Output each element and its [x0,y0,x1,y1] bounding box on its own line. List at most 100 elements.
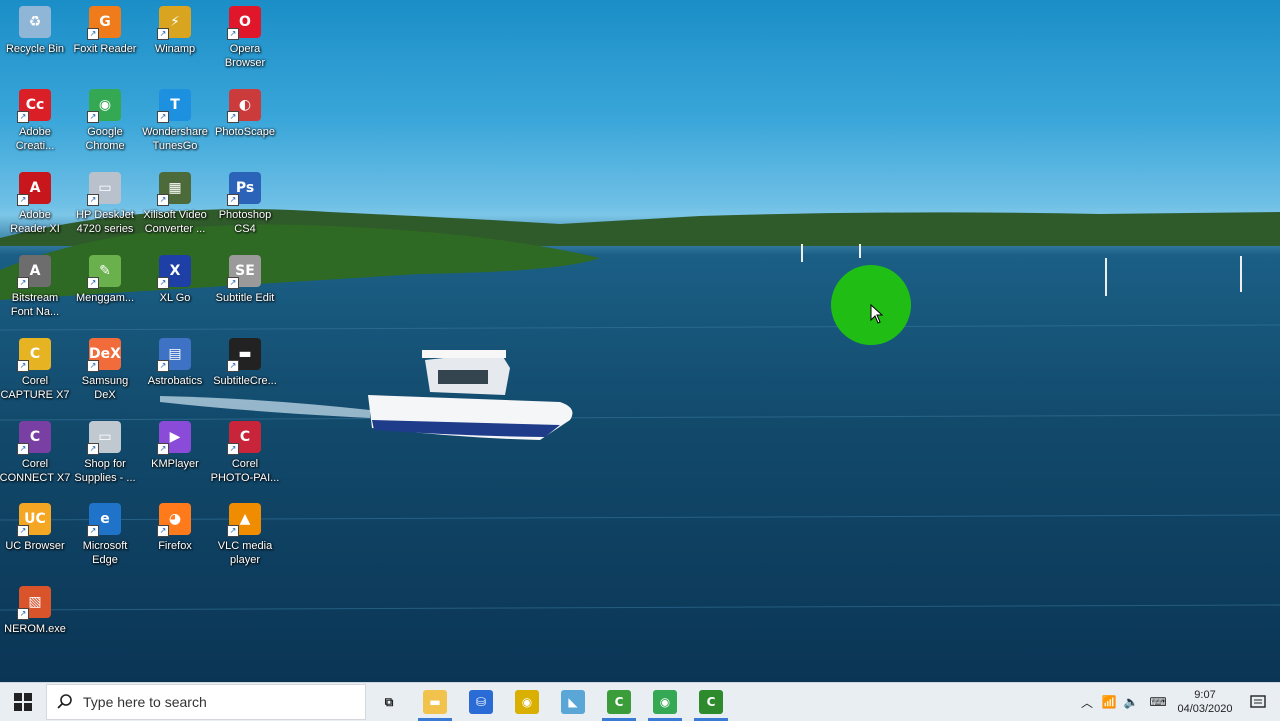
network-icon[interactable]: 📶 [1098,683,1120,721]
shortcut-arrow-icon: ↗ [227,525,239,537]
desktop-icon[interactable]: ◕ ↗ Firefox [140,497,210,577]
shortcut-arrow-icon: ↗ [227,360,239,372]
adobe-reader-icon: A ↗ [17,172,51,206]
desktop-icon-label: PhotoScape [215,126,275,138]
nerom-icon: ▧ ↗ [17,586,51,620]
pinned-apps: ⧉ ▬ ⛁ ◉ ◣ C ◉ C [366,683,734,721]
keyboard-icon[interactable]: ⌨ [1142,683,1174,721]
xl-go-icon: X ↗ [157,255,191,289]
corel-photo-paint-icon: C ↗ [227,421,261,455]
shortcut-arrow-icon: ↗ [87,28,99,40]
desktop-icon-label: Google Chrome [85,126,125,152]
taskbar-google-chrome-button[interactable]: ◉ [642,683,688,721]
desktop-icon[interactable]: DeX ↗ Samsung DeX [70,332,140,412]
desktop-icon-label: Adobe Creati... [15,126,55,152]
desktop-icon[interactable]: O ↗ Opera Browser [210,0,280,80]
desktop-icon[interactable]: ▧ ↗ NEROM.exe [0,580,70,660]
menggambar-icon: ✎ ↗ [87,255,121,289]
desktop-icon-label: NEROM.exe [4,623,66,635]
desktop-icon[interactable]: e ↗ Microsoft Edge [70,497,140,577]
desktop-icon-label: HP DeskJet 4720 series [76,209,134,235]
search-icon [57,694,72,709]
shortcut-arrow-icon: ↗ [87,194,99,206]
adobe-creative-cloud-icon: Cc ↗ [17,89,51,123]
desktop-icon-label: SubtitleCre... [213,375,277,387]
desktop-icon[interactable]: ▭ ↗ Shop for Supplies - ... [70,415,140,495]
foxit-reader-icon: G ↗ [87,6,121,40]
desktop-icon[interactable]: ▭ ↗ HP DeskJet 4720 series [70,166,140,246]
desktop-icon[interactable]: ▶ ↗ KMPlayer [140,415,210,495]
start-button[interactable] [0,683,46,721]
desktop-icon-label: Corel CONNECT X7 [0,458,71,484]
taskbar-search-box[interactable]: Type here to search [46,684,366,720]
desktop-icon[interactable]: ⚡ ↗ Winamp [140,0,210,80]
camtasia-icon: C [607,690,631,714]
desktop-icon-label: Subtitle Edit [215,292,275,304]
shortcut-arrow-icon: ↗ [17,525,29,537]
desktop-icon[interactable]: X ↗ XL Go [140,249,210,329]
task-view-icon: ⧉ [384,694,394,709]
taskbar-file-explorer-button[interactable]: ▬ [412,683,458,721]
desktop-icon[interactable]: ▬ ↗ SubtitleCre... [210,332,280,412]
desktop-icon[interactable]: G ↗ Foxit Reader [70,0,140,80]
desktop-icon[interactable]: Ps ↗ Photoshop CS4 [210,166,280,246]
desktop-icon[interactable]: ▲ ↗ VLC media player [210,497,280,577]
vlc-icon: ▲ ↗ [227,503,261,537]
volume-icon[interactable]: 🔈 [1120,683,1142,721]
shortcut-arrow-icon: ↗ [87,277,99,289]
shortcut-arrow-icon: ↗ [87,360,99,372]
shortcut-arrow-icon: ↗ [87,443,99,455]
shortcut-arrow-icon: ↗ [157,111,169,123]
desktop-icon-label: Shop for Supplies - ... [74,458,136,484]
taskbar-app-window-button[interactable]: ◣ [550,683,596,721]
desktop-icon-label: Adobe Reader XI [10,209,60,235]
desktop-icon-label: Corel PHOTO-PAI... [210,458,280,484]
shop-for-supplies-icon: ▭ ↗ [87,421,121,455]
shortcut-arrow-icon: ↗ [17,277,29,289]
xilisoft-video-converter-icon: ▦ ↗ [157,172,191,206]
desktop-icon[interactable]: ▤ ↗ Astrobatics [140,332,210,412]
shortcut-arrow-icon: ↗ [227,194,239,206]
subtitle-creator-icon: ▬ ↗ [227,338,261,372]
taskbar-camtasia-button[interactable]: C [596,683,642,721]
desktop-icon[interactable]: C ↗ Corel CONNECT X7 [0,415,70,495]
photoscape-icon: ◐ ↗ [227,89,261,123]
boat [368,350,573,440]
taskbar-media-player-button[interactable]: ◉ [504,683,550,721]
uc-browser-icon: UC ↗ [17,503,51,537]
shortcut-arrow-icon: ↗ [227,277,239,289]
mouse-pointer-icon [870,304,884,324]
clock-time: 9:07 [1194,689,1216,701]
shortcut-arrow-icon: ↗ [157,277,169,289]
media-player-icon: ◉ [515,690,539,714]
desktop-icon[interactable]: ✎ ↗ Menggam... [70,249,140,329]
recycle-bin-icon: ♻ [19,6,51,38]
desktop-icon-label: KMPlayer [151,458,199,470]
desktop-icon[interactable]: UC ↗ UC Browser [0,497,70,577]
desktop-icon-label: Winamp [154,43,196,55]
action-center-icon[interactable] [1236,683,1280,721]
desktop-icon-label: Wondershare TunesGo [142,126,208,152]
taskbar-task-view-button[interactable]: ⧉ [366,683,412,721]
desktop-icon[interactable]: ◐ ↗ PhotoScape [210,83,280,163]
taskbar-microsoft-store-button[interactable]: ⛁ [458,683,504,721]
desktop-icon-label: Astrobatics [147,375,203,387]
taskbar-camtasia-recorder-button[interactable]: C [688,683,734,721]
desktop-icon-label: Xilisoft Video Converter ... [143,209,207,235]
desktop-icon[interactable]: C ↗ Corel CAPTURE X7 [0,332,70,412]
recycle-bin-icon-glyph: ♻ [19,6,51,38]
shortcut-arrow-icon: ↗ [227,111,239,123]
desktop-icon[interactable]: A ↗ Adobe Reader XI [0,166,70,246]
microsoft-edge-icon: e ↗ [87,503,121,537]
desktop-icon[interactable]: A ↗ Bitstream Font Na... [0,249,70,329]
desktop-icon[interactable]: C ↗ Corel PHOTO-PAI... [210,415,280,495]
desktop-icon[interactable]: ◉ ↗ Google Chrome [70,83,140,163]
desktop-icon[interactable]: T ↗ Wondershare TunesGo [140,83,210,163]
desktop-icon[interactable]: ▦ ↗ Xilisoft Video Converter ... [140,166,210,246]
desktop-icon[interactable]: Cc ↗ Adobe Creati... [0,83,70,163]
desktop-icon[interactable]: ♻ Recycle Bin [0,0,70,80]
desktop-icon[interactable]: SE ↗ Subtitle Edit [210,249,280,329]
show-hidden-icons-chevron-icon[interactable]: ︿ [1076,683,1098,721]
desktop-icon-label: Corel CAPTURE X7 [0,375,70,401]
taskbar-clock[interactable]: 9:07 04/03/2020 [1174,688,1236,716]
